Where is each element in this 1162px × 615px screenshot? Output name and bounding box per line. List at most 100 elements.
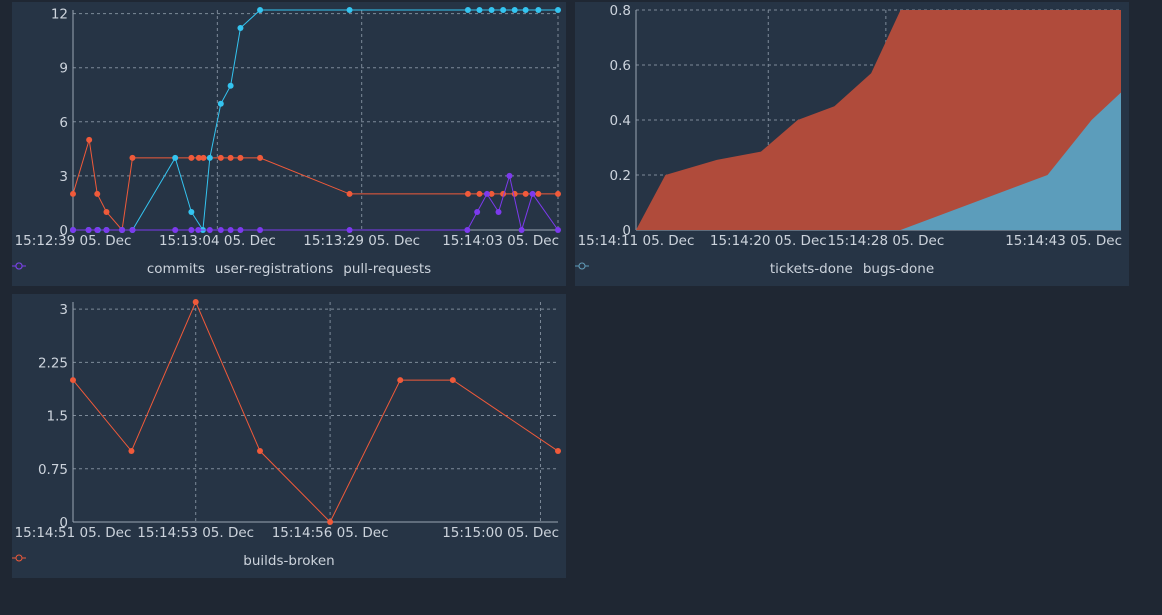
data-point-user-registrations[interactable] bbox=[217, 100, 224, 107]
legend-label: tickets-done bbox=[769, 261, 853, 277]
data-point-user-registrations[interactable] bbox=[227, 82, 234, 89]
data-point-commits[interactable] bbox=[522, 190, 529, 197]
y-tick-label: 0.75 bbox=[38, 462, 68, 478]
data-point-pull-requests[interactable] bbox=[555, 227, 561, 233]
y-tick-label: 0.2 bbox=[610, 168, 631, 184]
data-point-pull-requests[interactable] bbox=[206, 227, 213, 233]
legend-item-builds-broken[interactable]: builds-broken bbox=[12, 553, 335, 569]
data-point-pull-requests[interactable] bbox=[474, 208, 481, 215]
data-point-commits[interactable] bbox=[188, 154, 195, 161]
data-point-commits[interactable] bbox=[86, 136, 93, 143]
data-point-user-registrations[interactable] bbox=[476, 7, 483, 13]
data-point-commits[interactable] bbox=[70, 190, 76, 197]
legend-item-tickets-done[interactable]: tickets-done bbox=[575, 261, 853, 277]
series-line-commits bbox=[72, 139, 558, 232]
data-point-pull-requests[interactable] bbox=[172, 227, 179, 233]
data-point-pull-requests[interactable] bbox=[495, 208, 502, 215]
data-point-commits[interactable] bbox=[94, 190, 101, 197]
legend-marker-icon bbox=[12, 554, 26, 562]
data-point-user-registrations[interactable] bbox=[237, 25, 244, 32]
data-point-pull-requests[interactable] bbox=[529, 190, 536, 197]
data-point-commits[interactable] bbox=[200, 154, 207, 161]
x-tick-label: 15:15:00 05. Dec bbox=[442, 525, 559, 541]
data-point-builds-broken[interactable] bbox=[555, 448, 561, 455]
x-tick-label: 15:14:28 05. Dec bbox=[827, 233, 944, 249]
data-point-commits[interactable] bbox=[129, 154, 136, 161]
data-point-user-registrations[interactable] bbox=[464, 7, 471, 13]
x-tick-label: 15:14:20 05. Dec bbox=[710, 233, 827, 249]
y-tick-label: 2.25 bbox=[38, 355, 68, 371]
data-point-commits[interactable] bbox=[217, 154, 224, 161]
data-point-user-registrations[interactable] bbox=[206, 154, 213, 161]
data-point-user-registrations[interactable] bbox=[500, 7, 507, 13]
data-point-pull-requests[interactable] bbox=[464, 227, 471, 233]
legend-item-bugs-done[interactable]: bugs-done bbox=[575, 261, 935, 277]
data-point-pull-requests[interactable] bbox=[518, 227, 525, 233]
data-point-commits[interactable] bbox=[237, 154, 244, 161]
data-point-pull-requests[interactable] bbox=[94, 227, 101, 233]
data-point-commits[interactable] bbox=[464, 190, 471, 197]
data-point-pull-requests[interactable] bbox=[257, 227, 264, 233]
data-point-user-registrations[interactable] bbox=[511, 7, 518, 13]
data-point-pull-requests[interactable] bbox=[506, 172, 513, 179]
data-point-pull-requests[interactable] bbox=[119, 227, 126, 233]
data-point-pull-requests[interactable] bbox=[195, 227, 202, 233]
data-point-commits[interactable] bbox=[476, 190, 483, 197]
x-tick-label: 15:14:03 05. Dec bbox=[442, 233, 559, 249]
y-tick-label: 12 bbox=[51, 7, 68, 23]
y-tick-label: 3 bbox=[59, 169, 68, 185]
data-point-builds-broken[interactable] bbox=[397, 377, 404, 384]
x-tick-label: 15:12:39 05. Dec bbox=[15, 233, 132, 249]
data-point-pull-requests[interactable] bbox=[227, 227, 234, 233]
legend-marker-icon bbox=[12, 262, 26, 270]
chart-builds-svg: 00.751.52.25315:14:51 05. Dec 15:14:53 05… bbox=[15, 299, 561, 541]
data-point-builds-broken[interactable] bbox=[192, 299, 199, 305]
legend-label: pull-requests bbox=[343, 261, 432, 277]
series-line-builds-broken bbox=[72, 300, 559, 523]
data-point-pull-requests[interactable] bbox=[129, 227, 136, 233]
x-tick-label: 15:13:29 05. Dec bbox=[303, 233, 420, 249]
data-point-builds-broken[interactable] bbox=[128, 448, 135, 455]
data-point-commits[interactable] bbox=[555, 190, 561, 197]
data-point-pull-requests[interactable] bbox=[103, 227, 110, 233]
data-point-user-registrations[interactable] bbox=[172, 154, 179, 161]
data-point-pull-requests[interactable] bbox=[237, 227, 244, 233]
data-point-user-registrations[interactable] bbox=[488, 7, 495, 13]
data-point-pull-requests[interactable] bbox=[85, 227, 92, 233]
data-point-user-registrations[interactable] bbox=[257, 7, 264, 13]
data-point-user-registrations[interactable] bbox=[522, 7, 529, 13]
chart-tickets-svg: 00.20.40.60.815:14:11 05. Dec 15:14:20 05… bbox=[578, 3, 1122, 249]
data-point-builds-broken[interactable] bbox=[70, 377, 76, 384]
legend-item-pull-requests[interactable]: pull-requests bbox=[12, 261, 432, 277]
data-point-builds-broken[interactable] bbox=[449, 377, 456, 384]
chart-activity-svg: 03691215:12:39 05. Dec 15:13:04 05. Dec 15… bbox=[15, 7, 561, 249]
data-point-builds-broken[interactable] bbox=[256, 448, 263, 455]
data-point-builds-broken[interactable] bbox=[327, 519, 334, 525]
data-point-user-registrations[interactable] bbox=[188, 208, 195, 215]
data-point-pull-requests[interactable] bbox=[483, 190, 490, 197]
legend-builds: builds-broken bbox=[12, 553, 566, 569]
data-point-user-registrations[interactable] bbox=[535, 7, 542, 13]
data-point-pull-requests[interactable] bbox=[70, 227, 76, 233]
x-tick-label: 15:14:51 05. Dec bbox=[15, 525, 132, 541]
data-point-user-registrations[interactable] bbox=[555, 7, 561, 13]
data-point-commits[interactable] bbox=[103, 208, 110, 215]
y-tick-label: 3 bbox=[59, 302, 68, 318]
chart-panel-activity: 0 3 6 9 12 15:12:39 05. Dec 15:13:04 05. Dec 15… bbox=[12, 2, 566, 286]
data-point-commits[interactable] bbox=[346, 190, 353, 197]
y-tick-label: 0.6 bbox=[610, 58, 631, 74]
y-tick-label: 6 bbox=[59, 115, 68, 131]
data-point-user-registrations[interactable] bbox=[346, 7, 353, 13]
data-point-pull-requests[interactable] bbox=[217, 227, 224, 233]
legend-item-user-registrations[interactable]: user-registrations bbox=[12, 261, 333, 277]
data-point-pull-requests[interactable] bbox=[188, 227, 195, 233]
data-point-commits[interactable] bbox=[257, 154, 264, 161]
legend-marker-icon bbox=[575, 262, 589, 270]
legend-label: bugs-done bbox=[862, 261, 935, 277]
legend-item-commits[interactable]: commits bbox=[12, 261, 205, 277]
data-point-commits[interactable] bbox=[227, 154, 234, 161]
y-tick-label: 0.8 bbox=[610, 3, 631, 19]
data-point-pull-requests[interactable] bbox=[346, 227, 353, 233]
series-line-pull-requests bbox=[73, 173, 559, 232]
data-point-commits[interactable] bbox=[535, 190, 542, 197]
